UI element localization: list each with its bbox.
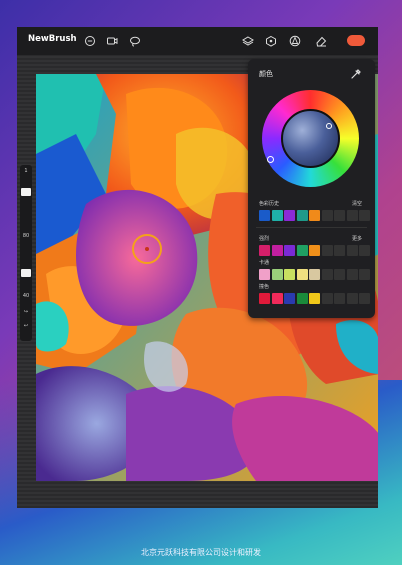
eyedropper-icon[interactable] [349,66,363,80]
panel-divider [256,227,367,228]
footer-credit: 北京元跃科技有限公司设计和研发 [141,548,261,557]
brush-size-value: 80 [22,233,30,239]
color-swatch[interactable] [321,245,333,256]
video-icon[interactable] [105,34,119,48]
eraser-icon[interactable] [314,34,328,48]
palette-row-3-label: 撞色 [259,284,270,290]
color-swatch[interactable] [321,269,333,280]
layers-icon[interactable] [241,34,255,48]
brush-size-slider[interactable] [21,188,31,196]
color-swatch[interactable] [259,269,270,280]
top-toolbar: NewBrush [17,27,378,55]
color-swatch[interactable] [359,293,370,304]
color-swatch[interactable] [284,293,295,304]
palette-label: 强烈 [259,236,270,242]
inner-picker-knob[interactable] [326,123,332,129]
sidebar-top-icon[interactable]: 1 [21,168,31,174]
color-swatch[interactable] [296,293,308,304]
brush-cursor-dot [145,247,149,251]
color-swatch[interactable] [284,269,295,280]
color-swatch[interactable] [309,245,320,256]
color-panel-title: 颜色 [259,70,273,78]
color-swatch[interactable] [271,245,283,256]
palette-row-2 [259,269,370,280]
more-palettes-button[interactable]: 更多 [352,235,362,242]
redo-icon[interactable]: ↪ [21,309,31,315]
color-swatch[interactable] [296,210,308,221]
color-swatch[interactable] [334,245,345,256]
color-panel: 颜色 色彩历史 清空 强烈 更多 卡通 撞色 [248,59,375,318]
saturation-brightness-disc[interactable] [281,109,340,168]
color-swatch[interactable] [259,245,270,256]
color-swatch[interactable] [296,269,308,280]
color-swatch[interactable] [259,293,270,304]
palette-row-1 [259,245,370,256]
app-name[interactable]: NewBrush [28,34,77,44]
color-swatch[interactable] [309,210,320,221]
palette-row-2-label: 卡通 [259,260,270,266]
history-swatches [259,210,370,221]
color-swatch[interactable] [334,210,345,221]
color-swatch[interactable] [259,210,270,221]
lasso-icon[interactable] [128,34,142,48]
smudge-icon[interactable] [264,34,278,48]
opacity-value: 40 [22,293,30,299]
color-swatch[interactable] [309,293,320,304]
color-swatch[interactable] [321,210,333,221]
brush-sidebar: 1 80 40 ↪ ↩ [20,165,32,341]
color-swatch[interactable] [346,269,358,280]
color-swatch[interactable] [346,210,358,221]
color-swatch[interactable] [334,293,345,304]
color-swatch[interactable] [296,245,308,256]
clear-history-button[interactable]: 清空 [352,200,362,207]
color-swatch[interactable] [309,269,320,280]
color-swatch[interactable] [359,269,370,280]
color-swatch[interactable] [359,245,370,256]
opacity-slider[interactable] [21,269,31,277]
active-color-swatch[interactable] [347,35,365,46]
color-swatch[interactable] [284,210,295,221]
device-frame: NewBrush 1 80 40 ↪ ↩ 颜色 色彩历史 清空 强烈 更多 卡通… [17,27,378,508]
minus-circle-icon[interactable] [83,34,97,48]
color-swatch[interactable] [271,269,283,280]
history-label: 色彩历史 [259,201,280,207]
undo-icon[interactable]: ↩ [21,323,31,329]
color-swatch[interactable] [284,245,295,256]
color-swatch[interactable] [271,210,283,221]
color-swatch[interactable] [359,210,370,221]
color-swatch[interactable] [271,293,283,304]
color-wheel[interactable] [262,90,359,187]
hue-picker-knob[interactable] [267,156,274,163]
color-swatch[interactable] [346,245,358,256]
color-swatch[interactable] [334,269,345,280]
adjust-icon[interactable] [288,34,302,48]
palette-row-3 [259,293,370,304]
color-swatch[interactable] [321,293,333,304]
color-swatch[interactable] [346,293,358,304]
